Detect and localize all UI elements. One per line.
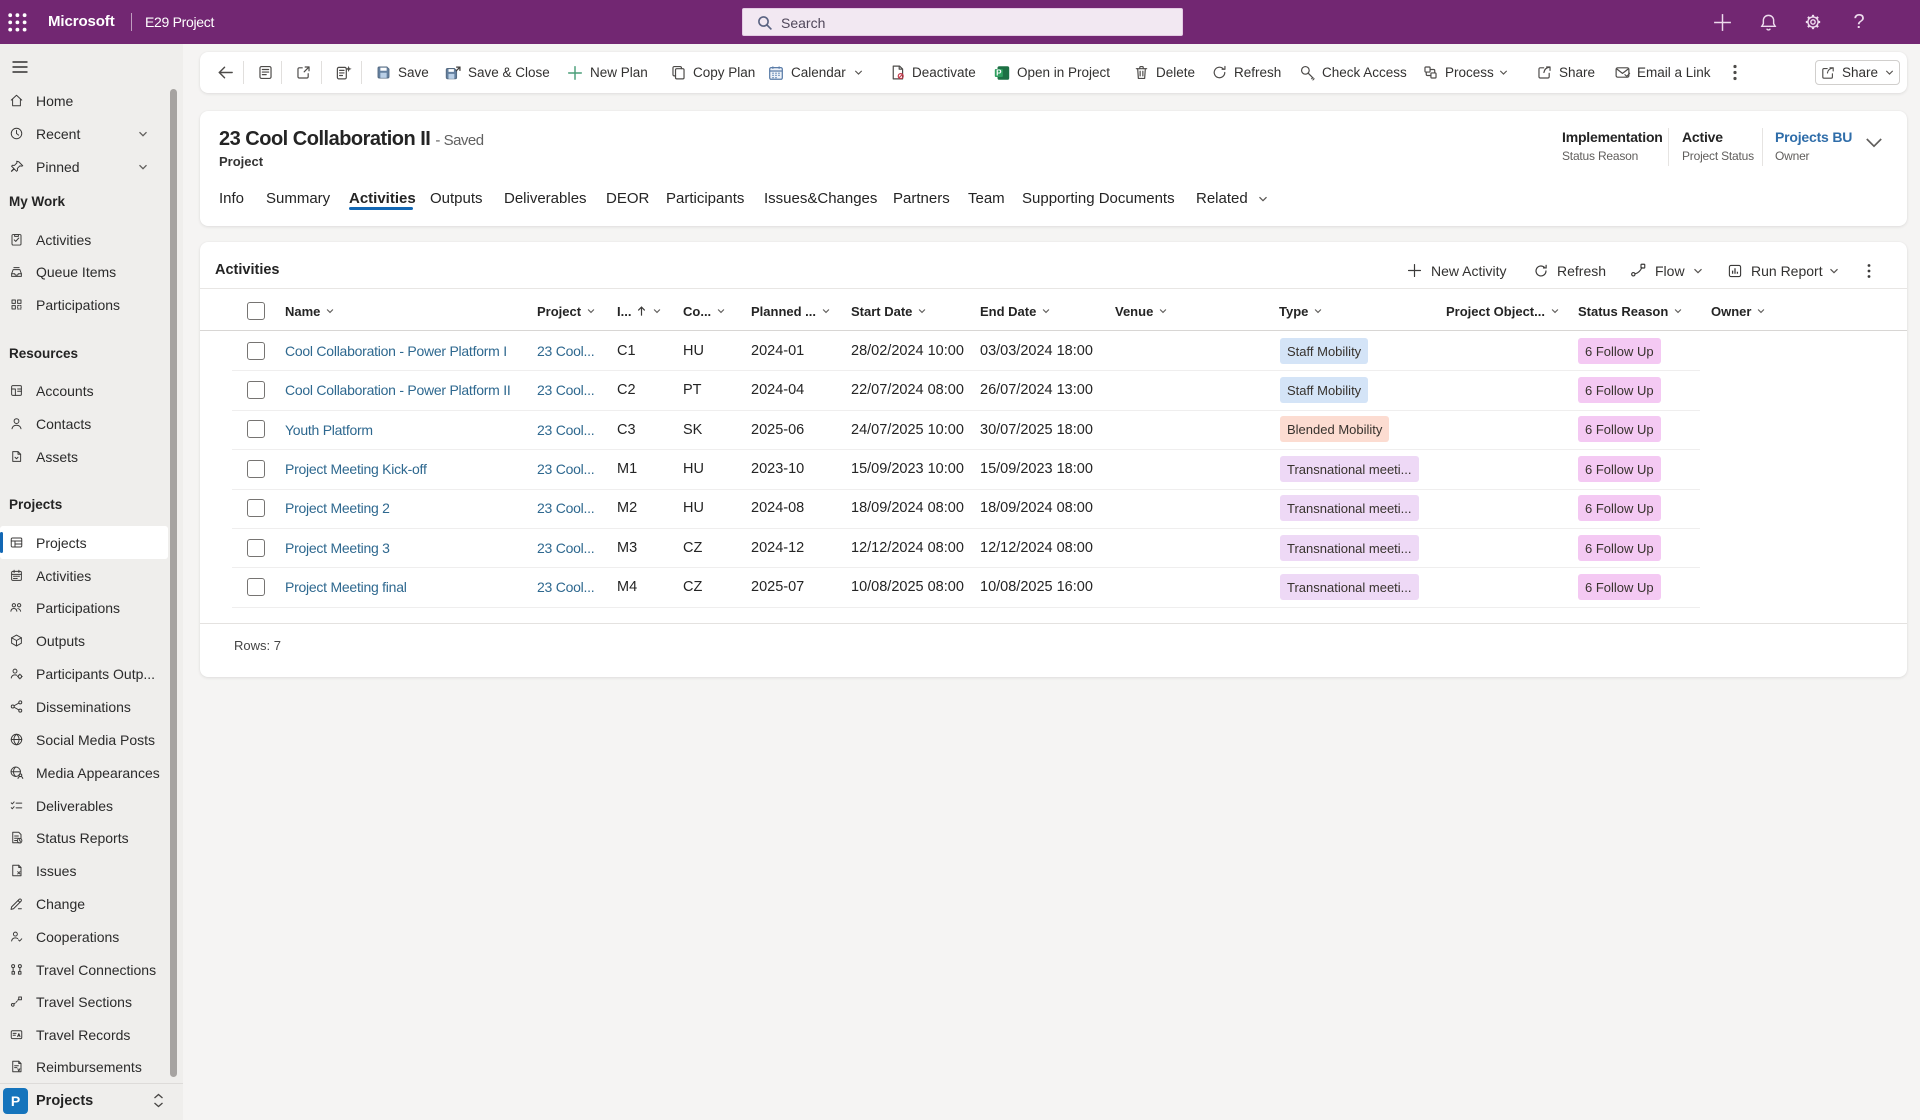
svg-text:P: P xyxy=(996,68,1002,77)
